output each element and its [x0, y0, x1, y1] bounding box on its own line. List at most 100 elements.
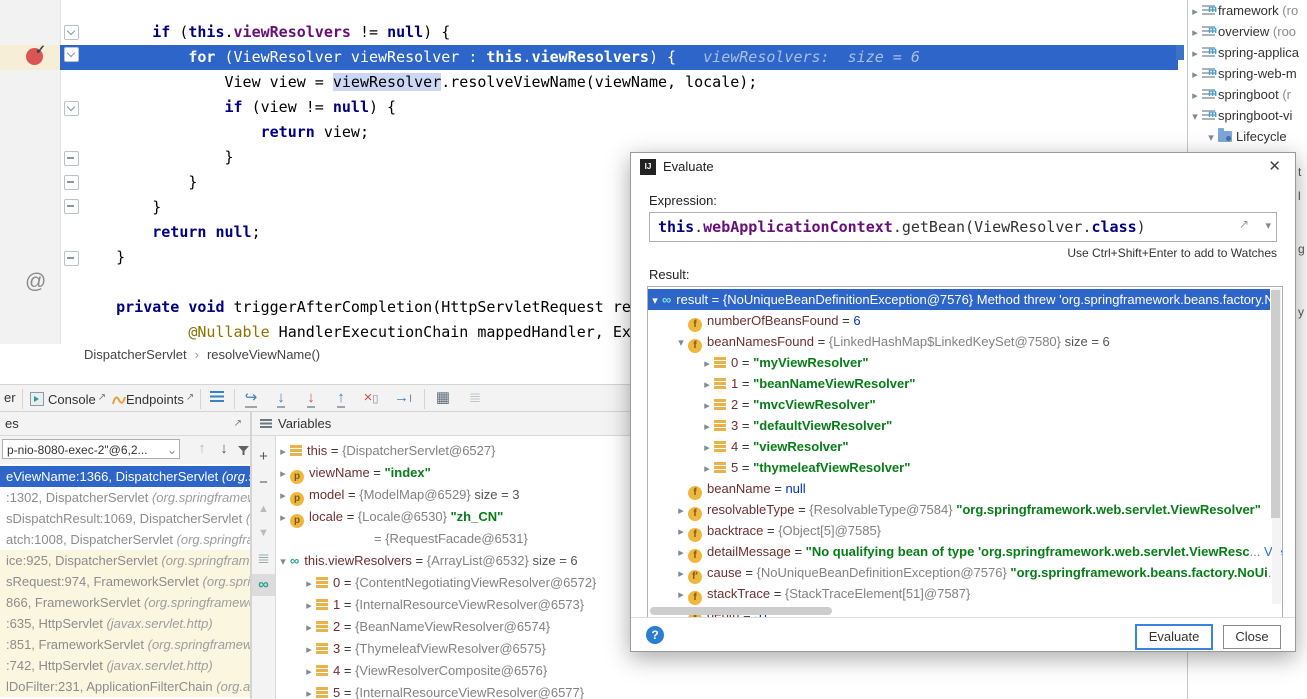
stack-frame-row[interactable]: :742, HttpServlet (javax.servlet.http) — [0, 655, 250, 676]
add-watch-icon[interactable]: + — [252, 446, 275, 468]
help-icon[interactable]: ? — [646, 626, 664, 644]
evaluate-expression-icon[interactable]: ▦ — [432, 388, 454, 410]
chevron-icon[interactable]: ▸ — [276, 507, 290, 529]
chevron-icon[interactable]: ▾ — [648, 291, 662, 312]
result-tree-row[interactable]: ▸fresolvableType = {ResolvableType@7584}… — [648, 499, 1283, 520]
history-chevron-icon[interactable]: ▾ — [1265, 219, 1271, 232]
step-into-icon[interactable]: ↓ — [270, 388, 292, 410]
result-tree-row[interactable]: fnumberOfBeansFound = 6 — [648, 310, 1283, 331]
maven-module-item[interactable]: ▸moverview (roo — [1188, 21, 1307, 42]
show-execution-point-icon[interactable] — [206, 388, 228, 410]
close-button[interactable]: Close — [1223, 625, 1281, 649]
stack-frame-row[interactable]: ice:925, DispatcherServlet (org.springfr… — [0, 550, 250, 571]
tab-endpoints[interactable]: Endpoints↗ — [112, 385, 194, 411]
step-out-icon[interactable]: ↑ — [330, 388, 352, 410]
evaluate-button[interactable]: Evaluate — [1135, 624, 1213, 650]
chevron-icon[interactable]: ▾ — [1188, 107, 1202, 126]
stack-frame-row[interactable]: 866, FrameworkServlet (org.springframewo — [0, 592, 250, 613]
duplicate-icon[interactable]: ≣ — [252, 548, 275, 570]
chevron-icon[interactable]: ▸ — [674, 564, 688, 585]
chevron-icon[interactable]: ▸ — [700, 459, 714, 480]
stack-frame-row[interactable]: lDoFilter:231, ApplicationFilterChain (o… — [0, 676, 250, 697]
fold-marker-icon[interactable] — [64, 101, 79, 116]
result-tree-row[interactable]: ▸0 = "myViewResolver" — [648, 352, 1283, 373]
fold-marker-icon[interactable] — [64, 25, 79, 40]
variable-row[interactable]: ▸4 = {ViewResolverComposite@6576} — [276, 660, 1186, 682]
stack-frame-row[interactable]: sDispatchResult:1069, DispatcherServlet … — [0, 508, 250, 529]
result-tree-row[interactable]: ▸fstackTrace = {StackTraceElement[51]@75… — [648, 583, 1283, 604]
maven-module-item[interactable]: ▾mspringboot-vi — [1188, 105, 1307, 126]
chevron-icon[interactable]: ▸ — [302, 683, 316, 699]
chevron-icon[interactable]: ▸ — [700, 396, 714, 417]
chevron-icon[interactable]: ▸ — [276, 463, 290, 485]
vertical-scrollbar-thumb[interactable] — [1271, 290, 1280, 518]
maven-lifecycle-item[interactable]: ▾Lifecycle — [1188, 126, 1307, 147]
expand-editor-icon[interactable]: ↗ — [1239, 217, 1249, 231]
stack-frame-row[interactable]: :1302, DispatcherServlet (org.springfram… — [0, 487, 250, 508]
chevron-icon[interactable]: ▸ — [674, 585, 688, 606]
stack-frame-row[interactable]: :851, FrameworkServlet (org.springframew… — [0, 634, 250, 655]
result-tree-row[interactable]: ▸fdetailMessage = "No qualifying bean of… — [648, 541, 1283, 562]
tab-debugger-partial[interactable]: er — [4, 385, 16, 411]
chevron-icon[interactable]: ▾ — [276, 551, 290, 573]
frame-down-icon[interactable]: ↓ — [214, 438, 234, 460]
vertical-scrollbar-track[interactable] — [1272, 288, 1281, 604]
chevron-icon[interactable]: ▸ — [302, 661, 316, 683]
fold-marker-icon[interactable] — [64, 251, 79, 266]
stack-frame-row[interactable]: sRequest:974, FrameworkServlet (org.spri… — [0, 571, 250, 592]
chevron-icon[interactable]: ▸ — [1188, 65, 1202, 84]
breadcrumb[interactable]: DispatcherServlet›resolveViewName() — [84, 344, 320, 366]
stack-frame-row[interactable]: atch:1008, DispatcherServlet (org.spring… — [0, 529, 250, 550]
maven-module-item[interactable]: ▸mspringboot (r — [1188, 84, 1307, 105]
result-tree-row[interactable]: fbeanName = null — [648, 478, 1283, 499]
maven-module-item[interactable]: ▸mframework (ro — [1188, 0, 1307, 21]
chevron-icon[interactable]: ▾ — [1204, 128, 1218, 147]
close-icon[interactable]: ✕ — [1268, 153, 1281, 181]
result-tree-row[interactable]: ▸5 = "thymeleafViewResolver" — [648, 457, 1283, 478]
horizontal-scrollbar[interactable] — [650, 607, 832, 615]
move-up-icon[interactable]: ▲ — [252, 498, 275, 520]
stack-frame-row[interactable]: eViewName:1366, DispatcherServlet (org.s… — [0, 466, 250, 487]
chevron-icon[interactable]: ▸ — [302, 573, 316, 595]
chevron-icon[interactable]: ▸ — [700, 438, 714, 459]
maven-module-item[interactable]: ▸mspring-web-m — [1188, 63, 1307, 84]
chevron-icon[interactable]: ▸ — [700, 375, 714, 396]
result-tree[interactable]: ▾∞result = {NoUniqueBeanDefinitionExcept… — [647, 286, 1283, 618]
chevron-icon[interactable]: ▸ — [1188, 2, 1202, 21]
result-tree-row[interactable]: ▸fbacktrace = {Object[5]@7585} — [648, 520, 1283, 541]
chevron-icon[interactable]: ▸ — [674, 543, 688, 564]
chevron-icon[interactable]: ▸ — [276, 441, 290, 463]
chevron-icon[interactable]: ▸ — [276, 485, 290, 507]
chevron-icon[interactable]: ▸ — [302, 639, 316, 661]
chevron-icon[interactable]: ▸ — [700, 354, 714, 375]
chevron-icon[interactable]: ▸ — [674, 501, 688, 522]
breadcrumb-class[interactable]: DispatcherServlet — [84, 347, 187, 362]
chevron-icon[interactable]: ▸ — [302, 595, 316, 617]
result-tree-row[interactable]: ▸f'cause = {NoUniqueBeanDefinitionExcept… — [648, 562, 1283, 583]
move-down-icon[interactable]: ▼ — [252, 522, 275, 544]
breadcrumb-method[interactable]: resolveViewName() — [207, 347, 320, 362]
variable-row[interactable]: ▸5 = {InternalResourceViewResolver@6577} — [276, 682, 1186, 699]
chevron-icon[interactable]: ▸ — [700, 417, 714, 438]
run-to-cursor-icon[interactable]: →I — [392, 388, 414, 410]
remove-watch-icon[interactable]: − — [252, 472, 275, 494]
step-over-icon[interactable]: ↪ — [240, 388, 262, 410]
dialog-titlebar[interactable]: IJ Evaluate ✕ — [631, 153, 1295, 181]
chevron-icon[interactable]: ▸ — [302, 617, 316, 639]
fold-marker-icon[interactable] — [64, 151, 79, 166]
layout-settings-icon[interactable]: ≣ — [464, 388, 486, 410]
thread-dropdown[interactable]: p-nio-8080-exec-2"@6,2...⌄ — [2, 439, 180, 459]
fold-marker-icon[interactable] — [64, 175, 79, 190]
result-tree-row[interactable]: ▾∞result = {NoUniqueBeanDefinitionExcept… — [648, 289, 1270, 310]
filter-frames-icon[interactable] — [238, 442, 249, 457]
chevron-icon[interactable]: ▾ — [674, 333, 688, 354]
chevron-icon[interactable]: ▸ — [674, 522, 688, 543]
fold-marker-icon[interactable] — [64, 47, 79, 62]
variables-menu-icon[interactable] — [260, 419, 272, 428]
chevron-icon[interactable]: ▸ — [1188, 44, 1202, 63]
show-watches-icon[interactable]: ∞ — [252, 574, 275, 596]
result-tree-row[interactable]: ▾fbeanNamesFound = {LinkedHashMap$Linked… — [648, 331, 1283, 352]
maven-module-item[interactable]: ▸mspring-applica — [1188, 42, 1307, 63]
frame-up-icon[interactable]: ↑ — [192, 438, 212, 460]
expression-input[interactable]: this.webApplicationContext.getBean(ViewR… — [649, 212, 1277, 242]
